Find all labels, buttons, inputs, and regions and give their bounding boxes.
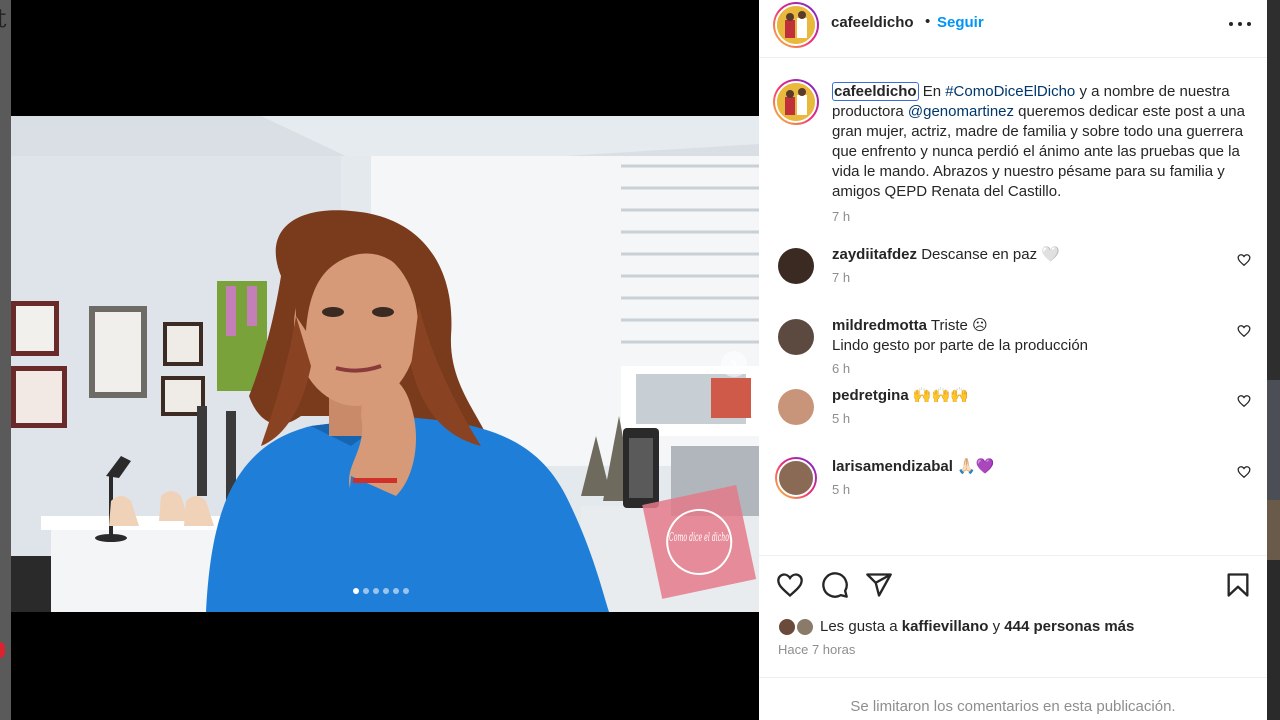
comment-body: 🙌🙌🙌 (912, 387, 969, 404)
caption-username[interactable]: cafeeldicho (832, 82, 919, 101)
comment-like-heart-icon[interactable] (1237, 394, 1251, 408)
comment-like-heart-icon[interactable] (1237, 465, 1251, 479)
caption-avatar-image (777, 83, 815, 121)
background-page-right (1267, 0, 1280, 720)
comment-timestamp: 7 h (832, 270, 851, 285)
carousel-dot (383, 588, 389, 594)
author-avatar[interactable] (773, 2, 819, 48)
background-page-left: t (0, 0, 11, 720)
post-photo: Como dice el dicho (11, 116, 759, 612)
carousel-dot (353, 588, 359, 594)
comment-item: mildredmotta Triste ☹ Lindo gesto por pa… (759, 316, 1267, 386)
likes-middle: y (988, 618, 1005, 635)
notification-dot (0, 642, 5, 658)
heart-icon[interactable] (776, 571, 804, 599)
carousel-dot (393, 588, 399, 594)
comment-like-heart-icon[interactable] (1237, 253, 1251, 267)
post-header: cafeeldicho • Seguir (759, 0, 1267, 58)
liker-avatar[interactable] (795, 617, 815, 637)
comment-text: larisamendizabal 🙏🏻💜 (832, 457, 1212, 477)
comment-icon[interactable] (821, 571, 849, 599)
share-icon[interactable] (865, 571, 893, 599)
comment-text: zaydiitafdez Descanse en paz 🤍 (832, 245, 1212, 265)
photo-illustration: Como dice el dicho (11, 116, 759, 612)
post-timestamp: Hace 7 horas (778, 642, 856, 657)
post-details-panel: cafeeldicho • Seguir cafeeldicho En #Com… (759, 0, 1267, 720)
carousel-dot (403, 588, 409, 594)
chevron-right-icon (731, 359, 738, 369)
comment-item: pedretgina 🙌🙌🙌 5 h (759, 386, 1267, 456)
comments-list[interactable]: cafeeldicho En #ComoDiceElDicho y a nomb… (759, 59, 1267, 555)
comment-body: Descanse en paz 🤍 (921, 246, 1060, 263)
background-page-glyph: t (0, 4, 7, 34)
comment-body: 🙏🏻💜 (957, 458, 995, 475)
carousel-dot (373, 588, 379, 594)
carousel-dot (363, 588, 369, 594)
likes-prefix: Les gusta a (820, 618, 902, 635)
commenter-avatar[interactable] (778, 248, 814, 284)
comment-timestamp: 6 h (832, 361, 851, 376)
comment-username[interactable]: pedretgina (832, 387, 909, 404)
commenter-avatar-image (777, 459, 815, 497)
comment-timestamp: 5 h (832, 482, 851, 497)
author-avatar-image (777, 6, 815, 44)
caption-timestamp: 7 h (832, 209, 851, 224)
post-media: Como dice el dicho (11, 0, 759, 720)
likes-first-user[interactable]: kaffievillano (902, 618, 989, 635)
more-options-icon[interactable] (1229, 20, 1251, 28)
comments-footer: Se limitaron los comentarios en esta pub… (759, 677, 1267, 720)
header-separator: • (925, 13, 931, 30)
comment-username[interactable]: mildredmotta (832, 317, 927, 334)
comment-like-heart-icon[interactable] (1237, 324, 1251, 338)
caption-author-avatar[interactable] (773, 79, 819, 125)
commenter-avatar[interactable] (775, 457, 817, 499)
carousel-indicator (353, 588, 409, 594)
commenter-avatar[interactable] (778, 319, 814, 355)
comment-text: mildredmotta Triste ☹ Lindo gesto por pa… (832, 316, 1212, 356)
comments-limited-note: Se limitaron los comentarios en esta pub… (850, 698, 1176, 715)
comment-username[interactable]: larisamendizabal (832, 458, 953, 475)
author-username[interactable]: cafeeldicho (831, 14, 914, 31)
likes-summary: Les gusta a kaffievillano y 444 personas… (820, 618, 1134, 635)
comment-item: larisamendizabal 🙏🏻💜 5 h (759, 457, 1267, 527)
comment-text: pedretgina 🙌🙌🙌 (832, 386, 1212, 406)
caption-mention[interactable]: @genomartinez (908, 103, 1014, 120)
post-caption: cafeeldicho En #ComoDiceElDicho y a nomb… (832, 82, 1252, 227)
next-image-button[interactable] (721, 351, 747, 377)
bookmark-icon[interactable] (1224, 571, 1252, 599)
post-actions: Les gusta a kaffievillano y 444 personas… (759, 555, 1267, 677)
comment-item: zaydiitafdez Descanse en paz 🤍 7 h (759, 245, 1267, 315)
follow-button[interactable]: Seguir (937, 14, 984, 31)
liker-avatar[interactable] (777, 617, 797, 637)
likes-others[interactable]: 444 personas más (1004, 618, 1134, 635)
watermark-text: Como dice el dicho (669, 530, 729, 544)
comment-username[interactable]: zaydiitafdez (832, 246, 917, 263)
caption-hashtag[interactable]: #ComoDiceElDicho (945, 83, 1075, 100)
caption-text-1: En (918, 83, 946, 100)
commenter-avatar[interactable] (778, 389, 814, 425)
comment-timestamp: 5 h (832, 411, 851, 426)
